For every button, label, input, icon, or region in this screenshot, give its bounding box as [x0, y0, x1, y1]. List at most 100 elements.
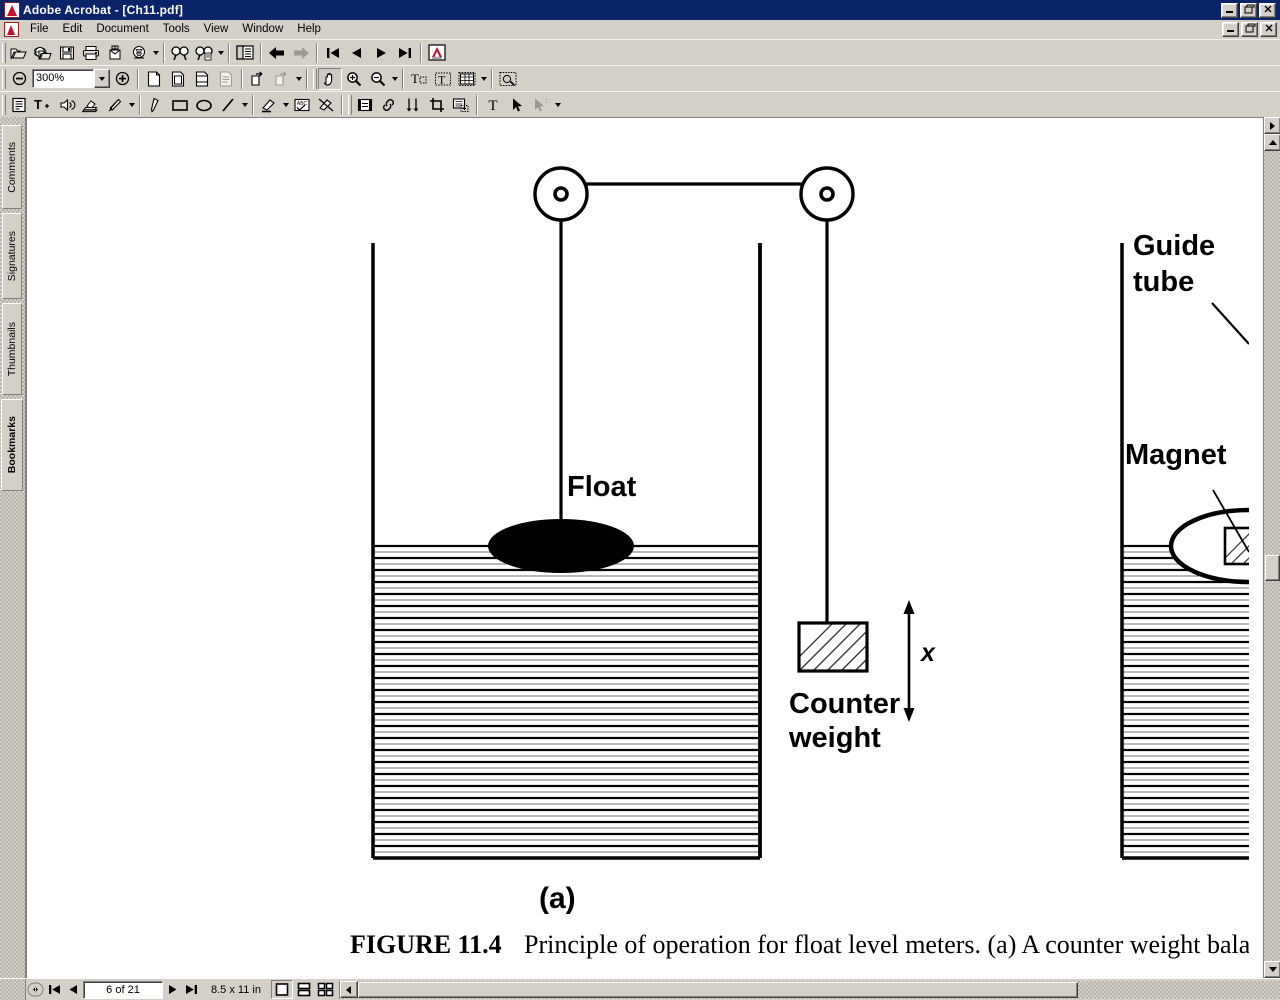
- scroll-down-button[interactable]: [1264, 961, 1280, 978]
- digital-signature-icon[interactable]: [401, 94, 425, 116]
- vertical-scrollbar[interactable]: [1263, 117, 1280, 978]
- page-number-field[interactable]: 6 of 21: [83, 980, 163, 999]
- stamp-tool-icon[interactable]: [79, 94, 103, 116]
- show-hide-navigation-icon[interactable]: [233, 42, 257, 64]
- crop-tool-icon[interactable]: [425, 94, 449, 116]
- snapshot-tool-icon[interactable]: [496, 68, 520, 90]
- actual-size-icon[interactable]: [142, 68, 166, 90]
- minimize-button[interactable]: [1221, 2, 1238, 18]
- vertical-scrollbar-thumb[interactable]: [1265, 555, 1280, 581]
- drawing-tools-dropdown[interactable]: [240, 94, 249, 116]
- open-web-page-icon[interactable]: [31, 42, 55, 64]
- sidebar-item-bookmarks[interactable]: Bookmarks: [1, 399, 23, 491]
- continuous-view-icon[interactable]: [293, 980, 315, 999]
- text-select-tool-icon[interactable]: T: [407, 68, 431, 90]
- previous-page-icon[interactable]: [345, 42, 369, 64]
- mdi-restore-button[interactable]: [1241, 21, 1258, 37]
- toolbar-handle[interactable]: [348, 94, 352, 115]
- scroll-left-button[interactable]: [339, 981, 358, 998]
- menu-edit[interactable]: Edit: [56, 21, 90, 37]
- touchup-text-icon[interactable]: T: [481, 94, 505, 116]
- menu-tools[interactable]: Tools: [156, 21, 197, 37]
- continuous-facing-view-icon[interactable]: [315, 980, 337, 999]
- rotate-clockwise-icon[interactable]: [246, 68, 270, 90]
- status-first-page-button[interactable]: [45, 981, 64, 999]
- mdi-minimize-button[interactable]: [1222, 21, 1239, 37]
- open-file-icon[interactable]: [7, 42, 31, 64]
- close-button[interactable]: [1259, 2, 1276, 18]
- toolbar-handle[interactable]: [313, 68, 317, 89]
- save-icon[interactable]: [55, 42, 79, 64]
- status-previous-page-button[interactable]: [64, 981, 83, 999]
- navigation-pane-toggle[interactable]: [26, 981, 45, 999]
- document-viewport[interactable]: Float Counter weight x (a) Guide tube Ma…: [26, 117, 1263, 978]
- file-attachment-icon[interactable]: [103, 94, 127, 116]
- column-select-tool-icon[interactable]: T: [431, 68, 455, 90]
- rectangle-tool-icon[interactable]: [168, 94, 192, 116]
- first-page-icon[interactable]: [321, 42, 345, 64]
- menu-document[interactable]: Document: [89, 21, 155, 37]
- touchup-order-icon[interactable]: 1 2 3: [529, 94, 553, 116]
- hand-tool-icon[interactable]: [318, 67, 342, 90]
- highlight-tool-icon[interactable]: [257, 94, 281, 116]
- scroll-page-down-icon[interactable]: [1264, 117, 1280, 134]
- text-annotation-icon[interactable]: T: [31, 94, 55, 116]
- table-select-tool-icon[interactable]: [455, 68, 479, 90]
- previous-view-icon[interactable]: [265, 42, 289, 64]
- mdi-close-button[interactable]: [1260, 21, 1277, 37]
- fit-page-icon[interactable]: [166, 68, 190, 90]
- search-dropdown[interactable]: [216, 42, 225, 64]
- spell-check-icon[interactable]: ABC: [290, 94, 314, 116]
- print-icon[interactable]: [79, 42, 103, 64]
- highlight-dropdown[interactable]: [281, 94, 290, 116]
- reflow-icon[interactable]: [214, 68, 238, 90]
- adobe-online-icon[interactable]: Adobe: [425, 42, 449, 64]
- find-icon[interactable]: [168, 42, 192, 64]
- zoom-out-stepper-icon[interactable]: [7, 68, 31, 90]
- select-tool-dropdown[interactable]: [479, 68, 488, 90]
- oval-tool-icon[interactable]: [192, 94, 216, 116]
- sound-attachment-icon[interactable]: [55, 94, 79, 116]
- zoom-dropdown-arrow[interactable]: [94, 69, 110, 88]
- rotate-dropdown[interactable]: [294, 68, 303, 90]
- zoom-tool-dropdown[interactable]: [390, 68, 399, 90]
- rotate-counterclockwise-icon[interactable]: [270, 68, 294, 90]
- scroll-up-button[interactable]: [1264, 134, 1280, 151]
- status-next-page-button[interactable]: [163, 981, 182, 999]
- menu-window[interactable]: Window: [235, 21, 290, 37]
- horizontal-scrollbar[interactable]: [338, 980, 1280, 999]
- zoom-input[interactable]: 300%: [32, 69, 94, 88]
- document-icon[interactable]: [4, 21, 19, 37]
- note-tool-icon[interactable]: [7, 94, 31, 116]
- zoom-combo[interactable]: 300%: [32, 69, 110, 88]
- next-page-icon[interactable]: [369, 42, 393, 64]
- menu-help[interactable]: Help: [290, 21, 328, 37]
- toolbar-handle[interactable]: [2, 68, 6, 89]
- comment-tools-dropdown[interactable]: [127, 94, 136, 116]
- zoom-out-tool-icon[interactable]: [366, 68, 390, 90]
- line-tool-icon[interactable]: [216, 94, 240, 116]
- last-page-icon[interactable]: [393, 42, 417, 64]
- movie-tool-icon[interactable]: [353, 94, 377, 116]
- link-tool-icon[interactable]: [377, 94, 401, 116]
- touchup-object-icon[interactable]: [505, 94, 529, 116]
- single-page-view-icon[interactable]: [270, 980, 293, 999]
- zoom-in-stepper-icon[interactable]: [110, 68, 134, 90]
- status-last-page-button[interactable]: [182, 981, 201, 999]
- form-tool-icon[interactable]: [449, 94, 473, 116]
- batch-process-icon[interactable]: [127, 42, 151, 64]
- touchup-dropdown[interactable]: [553, 94, 562, 116]
- restore-button[interactable]: [1240, 2, 1257, 18]
- batch-process-dropdown[interactable]: [151, 42, 160, 64]
- toolbar-handle[interactable]: [2, 94, 6, 115]
- email-icon[interactable]: [103, 42, 127, 64]
- sidebar-item-thumbnails[interactable]: Thumbnails: [2, 303, 22, 395]
- sidebar-item-comments[interactable]: Comments: [2, 125, 22, 209]
- fit-width-icon[interactable]: [190, 68, 214, 90]
- toolbar-handle[interactable]: [2, 42, 6, 63]
- search-icon[interactable]: [192, 42, 216, 64]
- menu-view[interactable]: View: [197, 21, 236, 37]
- horizontal-scrollbar-thumb[interactable]: [357, 981, 1078, 998]
- menu-file[interactable]: File: [23, 21, 56, 37]
- next-view-icon[interactable]: [289, 42, 313, 64]
